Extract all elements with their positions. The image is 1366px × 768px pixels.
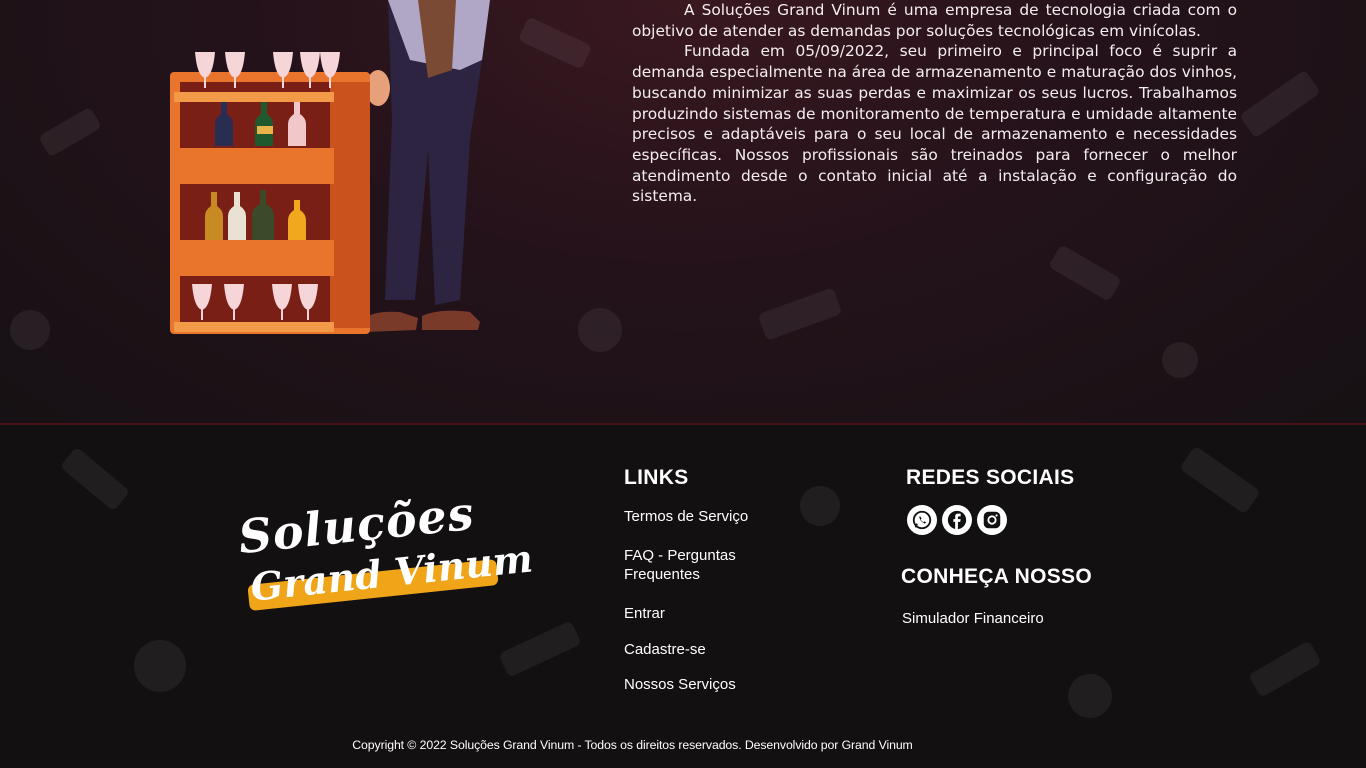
link-register[interactable]: Cadastre-se [624,640,794,659]
link-login[interactable]: Entrar [624,604,794,623]
instagram-icon[interactable] [977,505,1007,535]
sommelier-wine-shelf-illustration [170,0,490,334]
links-heading: LINKS [624,466,689,489]
link-financial-simulator[interactable]: Simulador Financeiro [902,609,1072,628]
about-text: A Soluções Grand Vinum é uma empresa de … [632,0,1237,207]
link-terms-of-service[interactable]: Termos de Serviço [624,507,794,526]
know-heading: CONHEÇA NOSSO [901,565,1092,588]
company-logo[interactable]: Soluções Grand Vinum [232,486,535,638]
whatsapp-icon[interactable] [907,505,937,535]
facebook-icon[interactable] [942,505,972,535]
copyright-text: Copyright © 2022 Soluções Grand Vinum - … [352,738,913,752]
about-paragraph-1: A Soluções Grand Vinum é uma empresa de … [632,1,1237,40]
section-divider [0,423,1366,425]
link-our-services[interactable]: Nossos Serviços [624,675,794,694]
link-faq[interactable]: FAQ - Perguntas Frequentes [624,546,774,584]
social-heading: REDES SOCIAIS [906,466,1075,489]
about-paragraph-2: Fundada em 05/09/2022, seu primeiro e pr… [632,42,1237,206]
